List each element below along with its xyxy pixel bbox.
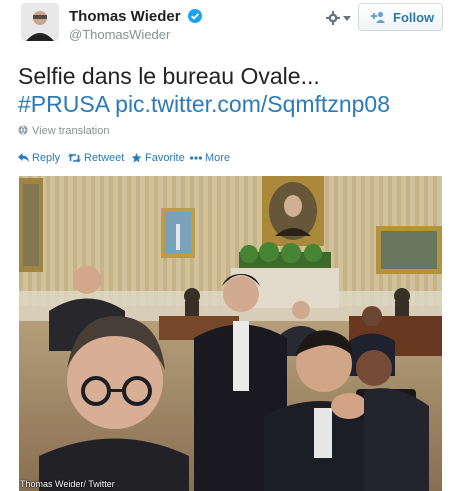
gear-icon bbox=[326, 11, 340, 25]
favorite-button[interactable]: Favorite bbox=[131, 152, 185, 164]
tweet-text-line: Selfie dans le bureau Ovale... bbox=[18, 63, 320, 89]
photo-caption: Thomas Weider/ Twitter bbox=[20, 479, 115, 489]
reply-label: Reply bbox=[32, 152, 61, 164]
settings-menu[interactable] bbox=[326, 9, 354, 27]
translate-label: View translation bbox=[32, 125, 110, 137]
more-button[interactable]: More bbox=[190, 152, 230, 164]
pic-link[interactable]: pic.twitter.com/Sqmftznp08 bbox=[115, 91, 390, 117]
tweet-text: Selfie dans le bureau Ovale... #PRUSA pi… bbox=[18, 62, 448, 118]
chevron-down-icon bbox=[343, 16, 351, 21]
follow-label: Follow bbox=[393, 10, 435, 25]
tweet-header: Thomas Wieder @ThomasWieder Follow bbox=[0, 0, 460, 52]
verified-icon bbox=[188, 9, 202, 23]
retweet-icon bbox=[68, 153, 81, 163]
user-handle[interactable]: @ThomasWieder bbox=[69, 27, 170, 42]
view-translation[interactable]: View translation bbox=[18, 125, 109, 137]
retweet-label: Retweet bbox=[84, 152, 125, 164]
avatar[interactable] bbox=[21, 3, 59, 41]
reply-icon bbox=[18, 153, 29, 162]
translate-icon bbox=[18, 125, 28, 135]
follow-button[interactable]: Follow bbox=[358, 3, 443, 31]
hashtag-link[interactable]: #PRUSA bbox=[18, 91, 109, 117]
retweet-button[interactable]: Retweet bbox=[68, 152, 124, 164]
favorite-label: Favorite bbox=[145, 152, 185, 164]
reply-button[interactable]: Reply bbox=[18, 152, 60, 164]
more-icon bbox=[190, 156, 202, 160]
tweet-photo[interactable]: Thomas Weider/ Twitter bbox=[19, 176, 442, 491]
more-label: More bbox=[205, 152, 231, 164]
add-user-icon bbox=[371, 11, 385, 23]
star-icon bbox=[131, 153, 142, 163]
user-name[interactable]: Thomas Wieder bbox=[69, 8, 181, 25]
selfie-photo bbox=[19, 176, 442, 491]
